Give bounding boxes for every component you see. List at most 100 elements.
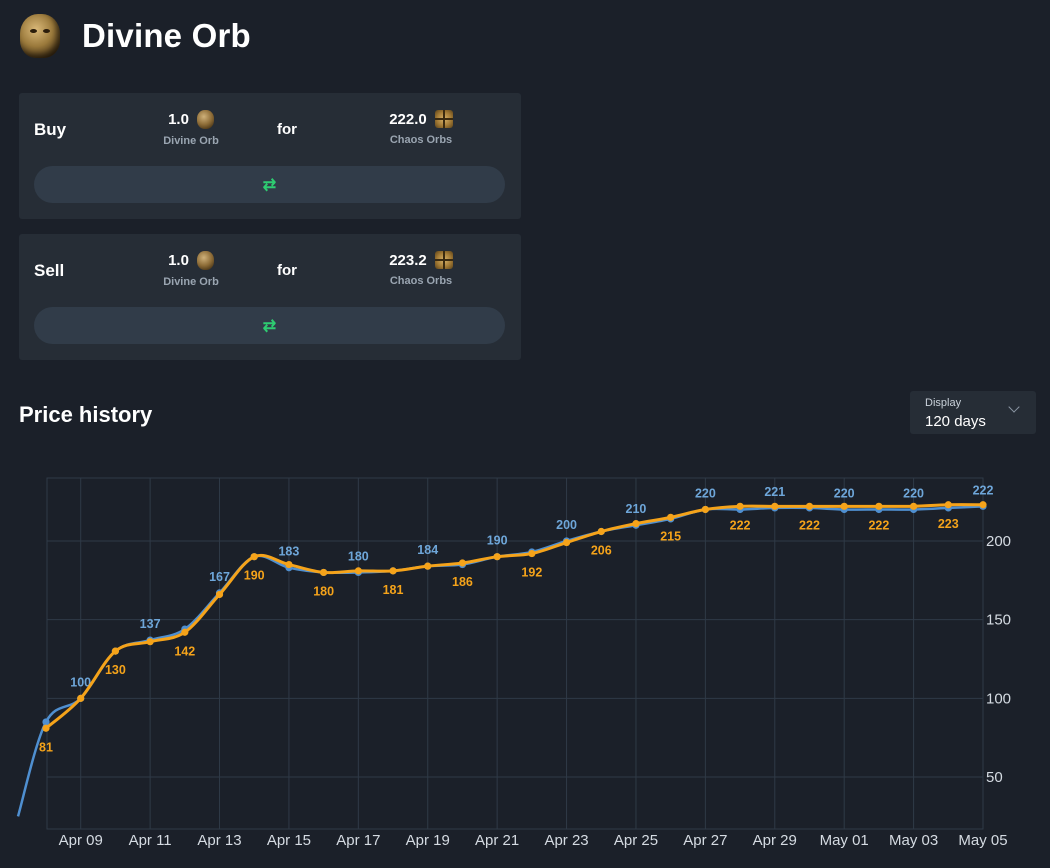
sell-data-label: 206 — [591, 544, 612, 558]
buy-data-label: 167 — [209, 570, 230, 584]
sell-data-label: 215 — [660, 529, 681, 543]
sell-series-point — [562, 538, 571, 547]
buy-data-label: 184 — [417, 543, 438, 557]
x-tick-label: Apr 29 — [753, 832, 797, 849]
x-tick-label: Apr 23 — [544, 832, 588, 849]
sell-series-point — [424, 562, 432, 570]
sell-for-label: for — [277, 262, 297, 279]
sell-series-point — [736, 502, 744, 510]
x-tick-label: Apr 11 — [129, 832, 172, 849]
sell-series-point — [250, 553, 258, 561]
display-select-label: Display — [925, 397, 962, 409]
sell-data-label: 142 — [174, 644, 195, 658]
sell-series-point — [493, 553, 501, 561]
sell-swap-button[interactable]: ⇄ — [34, 307, 505, 344]
page-title: Divine Orb — [82, 17, 251, 54]
buy-series-line — [16, 505, 984, 817]
sell-data-label: 222 — [730, 518, 751, 532]
sell-series-point — [597, 527, 605, 536]
sell-series-point — [944, 501, 952, 509]
buy-get: 222.0 Chaos Orbs — [361, 110, 481, 146]
x-tick-label: May 01 — [820, 832, 869, 849]
buy-data-label: 220 — [834, 486, 855, 500]
sell-series-point — [146, 638, 154, 646]
swap-icon: ⇄ — [262, 317, 277, 335]
buy-data-label: 190 — [487, 534, 508, 548]
x-tick-label: Apr 09 — [59, 832, 103, 849]
x-tick-label: Apr 21 — [475, 832, 519, 849]
sell-series-line — [45, 503, 984, 730]
buy-get-amount: 222.0 — [389, 110, 427, 128]
buy-data-label: 137 — [140, 617, 161, 631]
sell-pay-amount: 1.0 — [168, 252, 189, 269]
buy-pay-amount: 1.0 — [168, 111, 189, 128]
sell-series-point — [979, 501, 987, 509]
sell-series-point — [354, 567, 362, 575]
buy-data-label: 220 — [695, 486, 716, 500]
sell-series-point — [632, 520, 640, 528]
sell-data-label: 223 — [938, 517, 959, 531]
buy-pay: 1.0 Divine Orb — [141, 110, 241, 147]
x-tick-label: May 03 — [889, 832, 938, 849]
sell-data-label: 180 — [313, 584, 334, 598]
price-history-title: Price history — [19, 402, 153, 427]
buy-card: Buy 1.0 Divine Orb for 222.0 Chaos Orbs … — [19, 93, 521, 219]
buy-pay-currency: Divine Orb — [163, 135, 219, 147]
chevron-down-icon — [1008, 401, 1020, 413]
sell-series-point — [805, 502, 814, 510]
x-tick-label: Apr 19 — [406, 832, 450, 849]
sell-series-point — [528, 549, 536, 558]
buy-data-label: 220 — [903, 486, 924, 500]
buy-get-currency: Chaos Orbs — [389, 134, 453, 146]
sell-series-point — [909, 502, 918, 510]
sell-series-point — [458, 559, 467, 567]
y-tick-label: 100 — [986, 690, 1011, 707]
buy-label: Buy — [34, 120, 67, 139]
sell-data-label: 190 — [244, 569, 265, 583]
page-header: Divine Orb — [20, 14, 251, 58]
sell-series-point — [771, 502, 779, 510]
sell-series-point — [181, 628, 189, 636]
sell-series-point — [389, 567, 397, 575]
sell-data-label: 222 — [799, 518, 820, 532]
buy-data-label: 222 — [973, 483, 994, 497]
sell-series-point — [667, 513, 675, 521]
sell-card: Sell 1.0 Divine Orb for 223.2 Chaos Orbs… — [19, 234, 521, 360]
sell-data-label: 130 — [105, 663, 126, 677]
divine-orb-icon — [196, 251, 214, 270]
x-tick-label: Apr 27 — [683, 832, 727, 849]
display-select-value: 120 days — [925, 413, 986, 430]
y-tick-label: 150 — [986, 612, 1011, 629]
x-tick-label: Apr 17 — [336, 832, 380, 849]
sell-series-point — [285, 560, 293, 569]
x-tick-label: Apr 13 — [197, 832, 241, 849]
buy-swap-button[interactable]: ⇄ — [34, 166, 505, 203]
sell-series-point — [840, 502, 848, 510]
buy-data-label: 180 — [348, 549, 369, 563]
swap-icon: ⇄ — [262, 176, 277, 194]
buy-data-label: 210 — [626, 502, 647, 516]
buy-data-label: 200 — [556, 518, 577, 532]
chaos-orb-icon — [434, 110, 453, 128]
sell-data-label: 186 — [452, 575, 473, 589]
x-tick-label: May 05 — [958, 832, 1007, 849]
divine-orb-icon — [196, 110, 214, 129]
sell-series-point — [42, 724, 50, 732]
y-tick-label: 200 — [986, 533, 1011, 550]
sell-series-point — [875, 502, 883, 510]
sell-data-label: 81 — [39, 740, 53, 754]
sell-get-currency: Chaos Orbs — [389, 275, 453, 287]
display-range-select[interactable]: Display 120 days — [910, 391, 1036, 434]
sell-label: Sell — [34, 261, 65, 280]
sell-get-amount: 223.2 — [389, 251, 427, 269]
chaos-orb-icon — [434, 251, 453, 269]
buy-for-label: for — [277, 121, 297, 138]
sell-pay: 1.0 Divine Orb — [141, 251, 241, 288]
sell-data-label: 192 — [521, 566, 542, 580]
sell-series-point — [320, 568, 328, 577]
y-tick-label: 50 — [986, 769, 1003, 786]
x-tick-label: Apr 25 — [614, 832, 658, 849]
sell-series-point — [701, 505, 709, 514]
sell-series-point — [215, 590, 224, 599]
buy-data-label: 183 — [278, 545, 299, 559]
